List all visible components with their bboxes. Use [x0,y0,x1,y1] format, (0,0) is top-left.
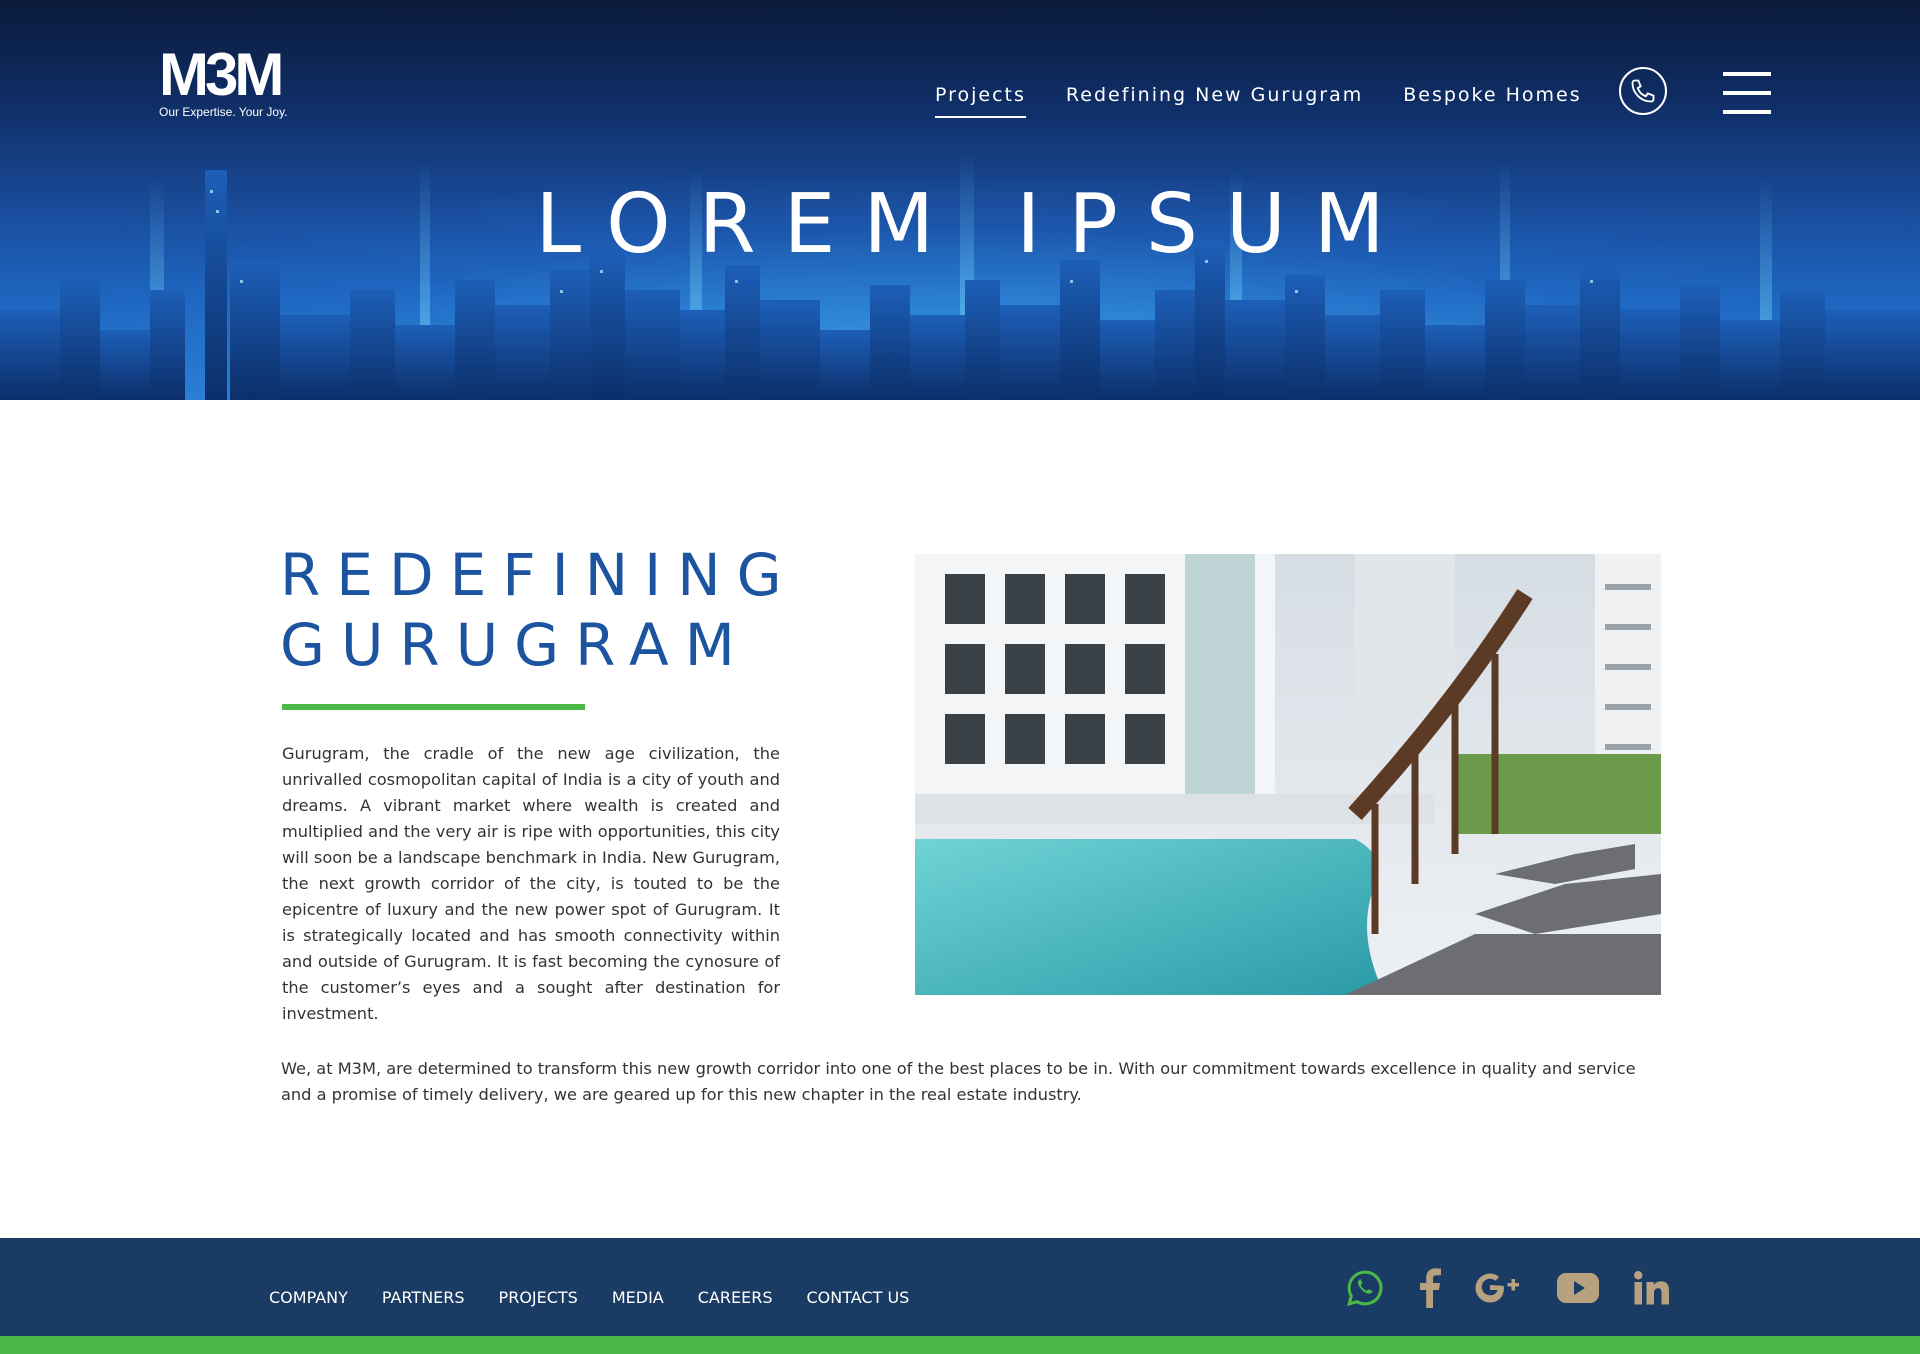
hero-banner: M3M Our Expertise. Your Joy. Projects Re… [0,0,1920,400]
logo-tagline: Our Expertise. Your Joy. [159,105,288,119]
phone-icon [1631,79,1655,103]
social-links [1345,1264,1669,1312]
closing-paragraph: We, at M3M, are determined to transform … [281,1059,1636,1104]
nav-item-redefining-new-gurugram[interactable]: Redefining New Gurugram [1066,84,1363,118]
phone-button[interactable] [1619,67,1667,115]
nav-item-projects[interactable]: Projects [935,84,1026,118]
nav-item-bespoke-homes[interactable]: Bespoke Homes [1403,84,1581,118]
hamburger-menu-icon [1723,72,1771,76]
google-plus-link[interactable] [1475,1271,1523,1305]
m3m-logo[interactable]: M3M Our Expertise. Your Joy. [159,41,299,120]
section-title-line-1: REDEFINING [280,541,798,609]
linkedin-link[interactable] [1633,1270,1669,1306]
main-nav: Projects Redefining New Gurugram Bespoke… [935,84,1582,118]
hamburger-menu-button[interactable] [1723,72,1771,118]
section-title: REDEFINING GURUGRAM [280,540,840,680]
pool-image [915,554,1661,995]
footer-nav: COMPANY PARTNERS PROJECTS MEDIA CAREERS … [269,1288,909,1307]
hero-title: LOREM IPSUM [535,177,1413,272]
youtube-icon [1557,1273,1599,1303]
footer-link-contact-us[interactable]: CONTACT US [806,1288,909,1307]
linkedin-icon [1634,1271,1669,1305]
footer-link-projects[interactable]: PROJECTS [499,1288,578,1307]
intro-paragraph: Gurugram, the cradle of the new age civi… [282,744,780,1023]
whatsapp-icon [1347,1270,1383,1306]
whatsapp-link[interactable] [1345,1268,1385,1308]
footer-link-media[interactable]: MEDIA [612,1288,664,1307]
youtube-link[interactable] [1557,1273,1599,1303]
footer-link-company[interactable]: COMPANY [269,1288,348,1307]
google-plus-icon [1475,1273,1519,1303]
logo-mark: M3M [159,41,284,108]
facebook-link[interactable] [1419,1268,1441,1308]
section-title-line-2: GURUGRAM [280,611,751,679]
facebook-icon [1420,1268,1441,1308]
footer-link-partners[interactable]: PARTNERS [382,1288,465,1307]
title-underline [282,704,585,710]
footer-green-bar [0,1336,1920,1354]
footer-link-careers[interactable]: CAREERS [698,1288,773,1307]
